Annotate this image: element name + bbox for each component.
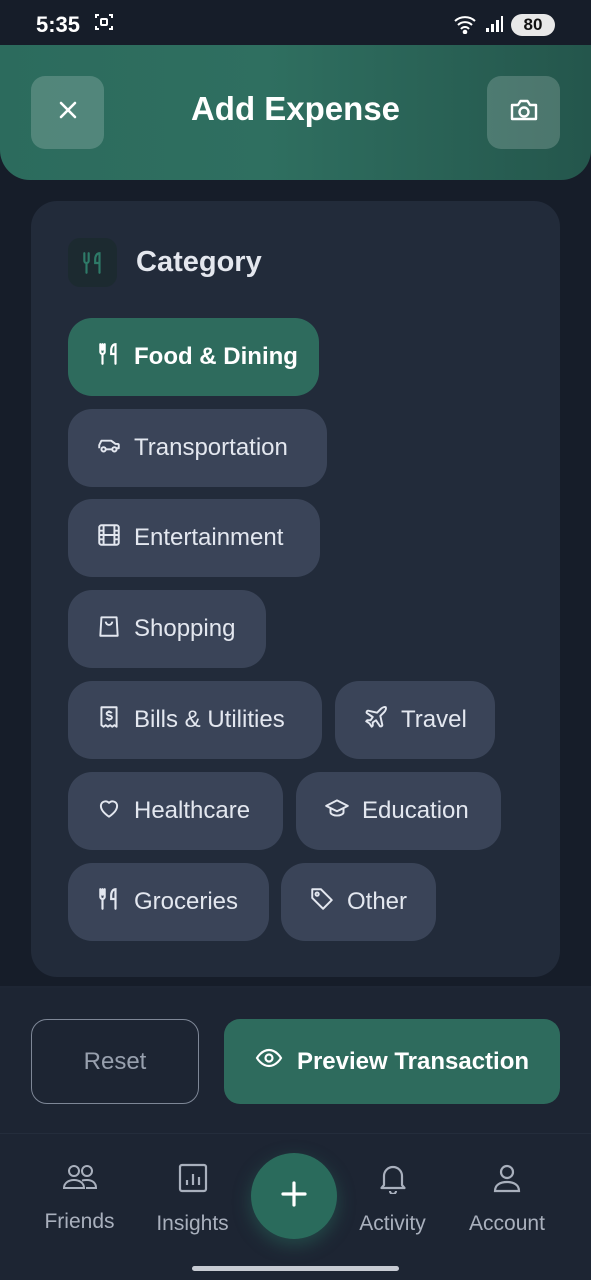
- nav-item-activity[interactable]: Activity: [356, 1162, 429, 1236]
- utensils-icon: [96, 886, 122, 919]
- camera-icon: [509, 97, 539, 128]
- heart-icon: [96, 795, 122, 828]
- plane-icon: [363, 704, 389, 737]
- battery-indicator: 80: [511, 14, 555, 36]
- chip-label: Travel: [401, 706, 467, 733]
- add-expense-fab[interactable]: [251, 1153, 337, 1239]
- reset-button[interactable]: Reset: [31, 1019, 199, 1104]
- app-header: Add Expense: [0, 45, 591, 180]
- category-chip-groceries[interactable]: Groceries: [68, 863, 269, 941]
- bottom-nav: Friends Insights Activity Account: [0, 1133, 591, 1280]
- bell-icon: [378, 1162, 408, 1200]
- eye-icon: [255, 1047, 283, 1076]
- user-icon: [492, 1162, 522, 1200]
- category-title: Category: [136, 246, 262, 278]
- battery-level: 80: [523, 15, 543, 34]
- status-right: 80: [453, 14, 555, 37]
- home-indicator[interactable]: [192, 1266, 399, 1271]
- wifi-icon: [453, 14, 477, 37]
- nav-item-insights[interactable]: Insights: [153, 1162, 232, 1236]
- camera-button[interactable]: [487, 76, 560, 149]
- car-icon: [96, 432, 122, 465]
- chip-label: Education: [362, 797, 469, 824]
- nav-item-friends[interactable]: Friends: [43, 1162, 116, 1234]
- category-card: Category Food & Dining Transportation En…: [31, 201, 560, 977]
- chip-label: Other: [347, 888, 408, 915]
- chart-icon: [177, 1162, 209, 1200]
- chip-label: Bills & Utilities: [134, 706, 285, 733]
- status-bar: 5:35 80: [0, 0, 591, 50]
- graduation-cap-icon: [324, 795, 350, 828]
- signal-icon: [485, 15, 503, 36]
- utensils-icon: [96, 341, 122, 374]
- preview-label: Preview Transaction: [296, 1047, 530, 1075]
- shopping-bag-icon: [96, 613, 122, 646]
- chip-label: Groceries: [134, 888, 239, 915]
- tag-icon: [309, 886, 335, 919]
- nav-item-account[interactable]: Account: [466, 1162, 548, 1236]
- action-bar: Reset Preview Transaction: [0, 988, 591, 1133]
- status-time: 5:35: [36, 12, 81, 37]
- chip-label: Shopping: [134, 615, 236, 642]
- nav-label-activity: Activity: [359, 1212, 426, 1235]
- nav-label-friends: Friends: [44, 1210, 115, 1233]
- reset-label: Reset: [83, 1047, 147, 1075]
- category-header: Category: [68, 238, 262, 287]
- plus-icon: [279, 1179, 309, 1214]
- category-chip-transportation[interactable]: Transportation: [68, 409, 327, 487]
- category-chip-education[interactable]: Education: [296, 772, 501, 850]
- category-chip-food-dining[interactable]: Food & Dining: [68, 318, 319, 396]
- film-icon: [96, 522, 122, 555]
- receipt-icon: [96, 704, 122, 737]
- chip-label: Food & Dining: [134, 343, 298, 370]
- chip-label: Transportation: [134, 434, 288, 461]
- utensils-icon: [68, 238, 117, 287]
- category-chip-entertainment[interactable]: Entertainment: [68, 499, 320, 577]
- category-chip-healthcare[interactable]: Healthcare: [68, 772, 283, 850]
- screenshot-icon: [94, 12, 114, 38]
- nav-label-account: Account: [469, 1212, 545, 1235]
- status-left: 5:35: [36, 12, 114, 38]
- category-chip-other[interactable]: Other: [281, 863, 436, 941]
- chip-label: Entertainment: [134, 524, 284, 551]
- chip-label: Healthcare: [134, 797, 251, 824]
- preview-transaction-button[interactable]: Preview Transaction: [224, 1019, 560, 1104]
- category-chip-shopping[interactable]: Shopping: [68, 590, 266, 668]
- users-icon: [62, 1162, 98, 1198]
- category-chip-bills-utilities[interactable]: Bills & Utilities: [68, 681, 322, 759]
- category-chip-travel[interactable]: Travel: [335, 681, 495, 759]
- nav-label-insights: Insights: [156, 1212, 229, 1235]
